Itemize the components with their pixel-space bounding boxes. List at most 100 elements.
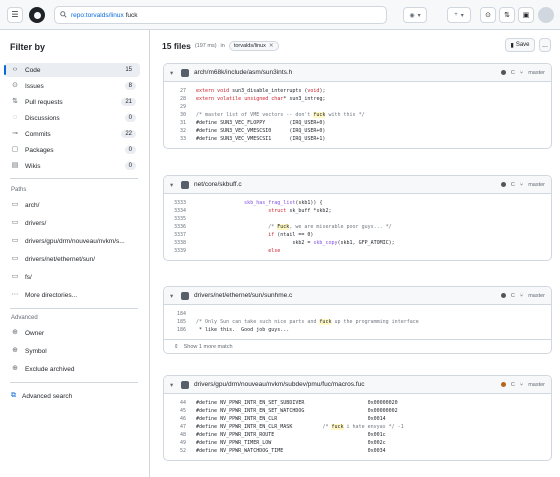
external-link-icon: ⧉ xyxy=(11,392,16,399)
save-button[interactable]: ▮ Save xyxy=(505,38,535,52)
code-line: 44 #define NV_PPWR_INTR_EN_SET_SUBDIVER 0… xyxy=(164,399,551,407)
result-path[interactable]: drivers/gpu/drm/nouveau/nvkm/subdev/pmu/… xyxy=(194,381,365,388)
more-options-button[interactable]: ... xyxy=(539,38,551,52)
advanced-symbol[interactable]: ⊕ Symbol xyxy=(4,344,140,358)
code-text: /* master list of VME vectors -- don't f… xyxy=(196,112,365,118)
filter-count: 0 xyxy=(124,146,136,154)
line-number[interactable]: 30 xyxy=(164,111,186,119)
line-number[interactable]: 29 xyxy=(164,103,186,111)
search-input[interactable]: repo:torvalds/linux fuck xyxy=(54,6,387,24)
filter-pull-requests[interactable]: ⇅ Pull requests 21 xyxy=(4,95,140,109)
line-number[interactable]: 31 xyxy=(164,119,186,127)
inbox-icon: ▣ xyxy=(522,12,530,19)
result-path[interactable]: arch/m68k/include/asm/sun3ints.h xyxy=(194,69,292,76)
show-more-button[interactable]: ⇕ Show 1 more match xyxy=(164,339,551,353)
path-item[interactable]: ▭ drivers/gpu/drm/nouveau/nvkm/s... xyxy=(4,234,140,248)
advanced-search-link[interactable]: ⧉ Advanced search xyxy=(11,392,72,400)
search-icon xyxy=(60,10,67,20)
filter-count: 15 xyxy=(121,66,136,74)
code-line: 3339 else xyxy=(164,247,551,255)
filter-label: Wikis xyxy=(25,162,41,170)
code-text: skb2 = skb_copy(skb1, GFP_ATOMIC); xyxy=(196,240,395,246)
branch-icon: ⑂ xyxy=(519,292,524,299)
code-line: 3335 xyxy=(164,215,551,223)
line-number[interactable]: 33 xyxy=(164,135,186,143)
copilot-button[interactable]: ◉ ▾ xyxy=(403,7,427,23)
results-time: (197 ms) xyxy=(194,43,217,49)
code-line: 33 #define SUN3_VEC_VMESCSI1 (IRQ_USER+1) xyxy=(164,135,551,143)
filter-title: Filter by xyxy=(10,42,46,52)
pull-requests-button[interactable]: ⇅ xyxy=(499,7,515,23)
chevron-down-icon[interactable]: ▾ xyxy=(170,381,178,389)
filter-label: Discussions xyxy=(25,114,60,122)
code-text: #define NV_PPWR_TIMER_LOW 0x002c xyxy=(196,440,386,446)
filter-commits[interactable]: ⊸ Commits 22 xyxy=(4,127,140,141)
code-text: extern volatile unsigned char* sun3_intr… xyxy=(196,96,326,102)
line-number[interactable]: 32 xyxy=(164,127,186,135)
repo-filter-chip[interactable]: torvalds/linux ✕ xyxy=(228,41,279,51)
line-number[interactable]: 46 xyxy=(164,415,186,423)
result-branch[interactable]: master xyxy=(528,182,545,188)
line-number[interactable]: 3336 xyxy=(164,223,186,231)
line-number[interactable]: 3338 xyxy=(164,239,186,247)
code-line: 184 xyxy=(164,310,551,318)
filter-issues[interactable]: ⊙ Issues 8 xyxy=(4,79,140,93)
result-path[interactable]: drivers/net/ethernet/sun/sunhme.c xyxy=(194,292,292,299)
avatar[interactable] xyxy=(538,7,554,23)
line-number[interactable]: 45 xyxy=(164,407,186,415)
line-number[interactable]: 3335 xyxy=(164,215,186,223)
advanced-exclude-archived[interactable]: ⊕ Exclude archived xyxy=(4,362,140,376)
line-number[interactable]: 184 xyxy=(164,310,186,318)
path-item[interactable]: ▭ fs/ xyxy=(4,270,140,284)
path-item[interactable]: ▭ drivers/ xyxy=(4,216,140,230)
discussion-icon: ◌ xyxy=(12,114,18,121)
code-line: 31 #define SUN3_VEC_FLOPPY (IRQ_USER+0) xyxy=(164,119,551,127)
line-number[interactable]: 47 xyxy=(164,423,186,431)
line-number[interactable]: 3339 xyxy=(164,247,186,255)
advanced-owner[interactable]: ⊕ Owner xyxy=(4,326,140,340)
line-number[interactable]: 52 xyxy=(164,447,186,455)
more-directories[interactable]: ⋯ More directories... xyxy=(4,288,140,302)
line-number[interactable]: 27 xyxy=(164,87,186,95)
result-branch[interactable]: master xyxy=(528,293,545,299)
chevron-down-icon[interactable]: ▾ xyxy=(170,181,178,189)
code-line: 186 * like this. Good job guys... xyxy=(164,326,551,334)
path-item[interactable]: ▭ arch/ xyxy=(4,198,140,212)
filter-packages[interactable]: ▢ Packages 0 xyxy=(4,143,140,157)
results-count: 15 files xyxy=(162,41,191,51)
line-number[interactable]: 3334 xyxy=(164,207,186,215)
expand-icon: ⇕ xyxy=(174,343,179,350)
result-language: C xyxy=(510,381,515,388)
line-number[interactable]: 48 xyxy=(164,431,186,439)
menu-button[interactable]: ☰ xyxy=(7,7,23,23)
code-text: #define SUN3_VEC_VMESCSI1 (IRQ_USER+1) xyxy=(196,136,326,142)
close-icon[interactable]: ✕ xyxy=(269,43,274,49)
line-number[interactable]: 186 xyxy=(164,326,186,334)
chevron-down-icon[interactable]: ▾ xyxy=(170,69,178,77)
filter-code[interactable]: ‹› Code 15 xyxy=(4,63,140,77)
code-snippet: 44 #define NV_PPWR_INTR_EN_SET_SUBDIVER 0… xyxy=(164,394,551,460)
result-branch[interactable]: master xyxy=(528,70,545,76)
filter-discussions[interactable]: ◌ Discussions 0 xyxy=(4,111,140,125)
filter-wikis[interactable]: ▤ Wikis 0 xyxy=(4,159,140,173)
path-item[interactable]: ▭ drivers/net/ethernet/sun/ xyxy=(4,252,140,266)
hamburger-icon: ☰ xyxy=(11,10,19,19)
issues-button[interactable]: ⊙ xyxy=(480,7,496,23)
line-number[interactable]: 3333 xyxy=(164,199,186,207)
line-number[interactable]: 49 xyxy=(164,439,186,447)
line-number[interactable]: 28 xyxy=(164,95,186,103)
line-number[interactable]: 3337 xyxy=(164,231,186,239)
folder-icon: ▭ xyxy=(11,219,19,226)
create-new-button[interactable]: + ▾ xyxy=(447,7,471,23)
chevron-down-icon: ▾ xyxy=(417,12,421,19)
inbox-button[interactable]: ▣ xyxy=(518,7,534,23)
code-text: /* Fuck, we are miserable poor guys... *… xyxy=(268,224,392,230)
github-logo-icon[interactable] xyxy=(29,7,45,23)
line-number[interactable]: 185 xyxy=(164,318,186,326)
result-path[interactable]: net/core/skbuff.c xyxy=(194,181,242,188)
branch-icon: ⑂ xyxy=(519,181,524,188)
folder-icon: ▭ xyxy=(11,201,19,208)
line-number[interactable]: 44 xyxy=(164,399,186,407)
chevron-down-icon[interactable]: ▾ xyxy=(170,292,178,300)
result-branch[interactable]: master xyxy=(528,382,545,388)
